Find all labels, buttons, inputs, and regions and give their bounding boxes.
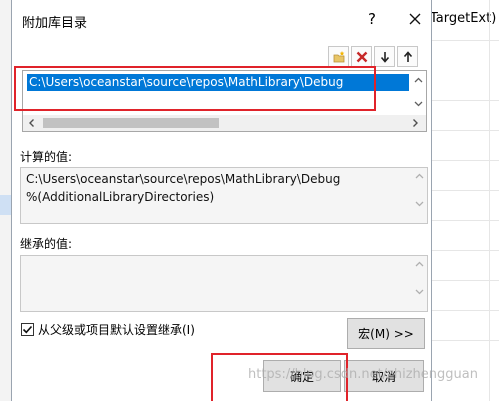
delete-line-button[interactable]	[351, 46, 372, 67]
close-icon	[409, 13, 421, 25]
inherited-values-label: 继承的值:	[20, 237, 73, 251]
scroll-right-arrow[interactable]	[408, 116, 422, 130]
move-up-button[interactable]	[397, 46, 418, 67]
chevron-down-icon	[414, 101, 422, 107]
move-down-button[interactable]	[374, 46, 395, 67]
chevron-up-icon	[414, 77, 422, 83]
scroll-left-arrow[interactable]	[25, 116, 39, 130]
inherit-checkbox-row[interactable]: 从父级或项目默认设置继承(I)	[21, 321, 195, 338]
additional-library-directories-dialog: 附加库目录 ? C:\Users\oceanstar\source\repos\…	[11, 0, 432, 401]
new-folder-icon	[333, 50, 344, 62]
arrow-up-icon	[403, 50, 412, 62]
list-vertical-scrollbar[interactable]	[411, 73, 425, 111]
highlight-box	[14, 66, 376, 111]
close-button[interactable]	[404, 8, 426, 30]
scroll-down-arrow[interactable]	[413, 286, 425, 298]
scroll-down-arrow[interactable]	[413, 198, 425, 210]
checkmark-icon	[22, 325, 33, 334]
computed-values-label: 计算的值:	[20, 150, 73, 164]
title-bar[interactable]: 附加库目录 ?	[12, 0, 431, 38]
watermark: https://blog.csdn.net/zhizhengguan	[248, 367, 478, 382]
scroll-up-arrow[interactable]	[413, 258, 425, 270]
dialog-title: 附加库目录	[22, 16, 88, 31]
macros-button[interactable]: 宏(M) >>	[347, 318, 425, 349]
scroll-up-arrow[interactable]	[413, 170, 425, 182]
new-line-button[interactable]	[328, 46, 349, 67]
list-horizontal-scrollbar[interactable]	[23, 115, 426, 131]
delete-icon	[356, 51, 367, 62]
inherited-vertical-scrollbar[interactable]	[413, 258, 425, 298]
chevron-down-icon	[415, 289, 423, 295]
background-column-divider	[489, 0, 490, 401]
chevron-right-icon	[413, 119, 418, 127]
chevron-left-icon	[29, 119, 34, 127]
background-text: TargetExt)	[430, 11, 497, 26]
computed-values-box: C:\Users\oceanstar\source\repos\MathLibr…	[20, 167, 428, 224]
scrollbar-thumb[interactable]	[43, 118, 219, 128]
inherited-values-box	[20, 255, 428, 312]
scroll-down-arrow[interactable]	[411, 97, 425, 111]
scroll-up-arrow[interactable]	[411, 73, 425, 87]
chevron-down-icon	[415, 201, 423, 207]
computed-vertical-scrollbar[interactable]	[413, 170, 425, 210]
list-toolbar	[328, 46, 418, 68]
computed-value-line: %(AdditionalLibraryDirectories)	[26, 190, 215, 204]
arrow-down-icon	[380, 51, 389, 63]
screen: TargetExt) 附加库目录 ? C:\Users\oceanstar\so…	[0, 0, 499, 401]
chevron-up-icon	[415, 261, 423, 267]
help-button[interactable]: ?	[362, 8, 382, 30]
computed-value-line: C:\Users\oceanstar\source\repos\MathLibr…	[26, 172, 341, 186]
inherit-checkbox-label: 从父级或项目默认设置继承(I)	[38, 323, 195, 337]
inherit-checkbox[interactable]	[21, 323, 34, 336]
chevron-up-icon	[415, 173, 423, 179]
